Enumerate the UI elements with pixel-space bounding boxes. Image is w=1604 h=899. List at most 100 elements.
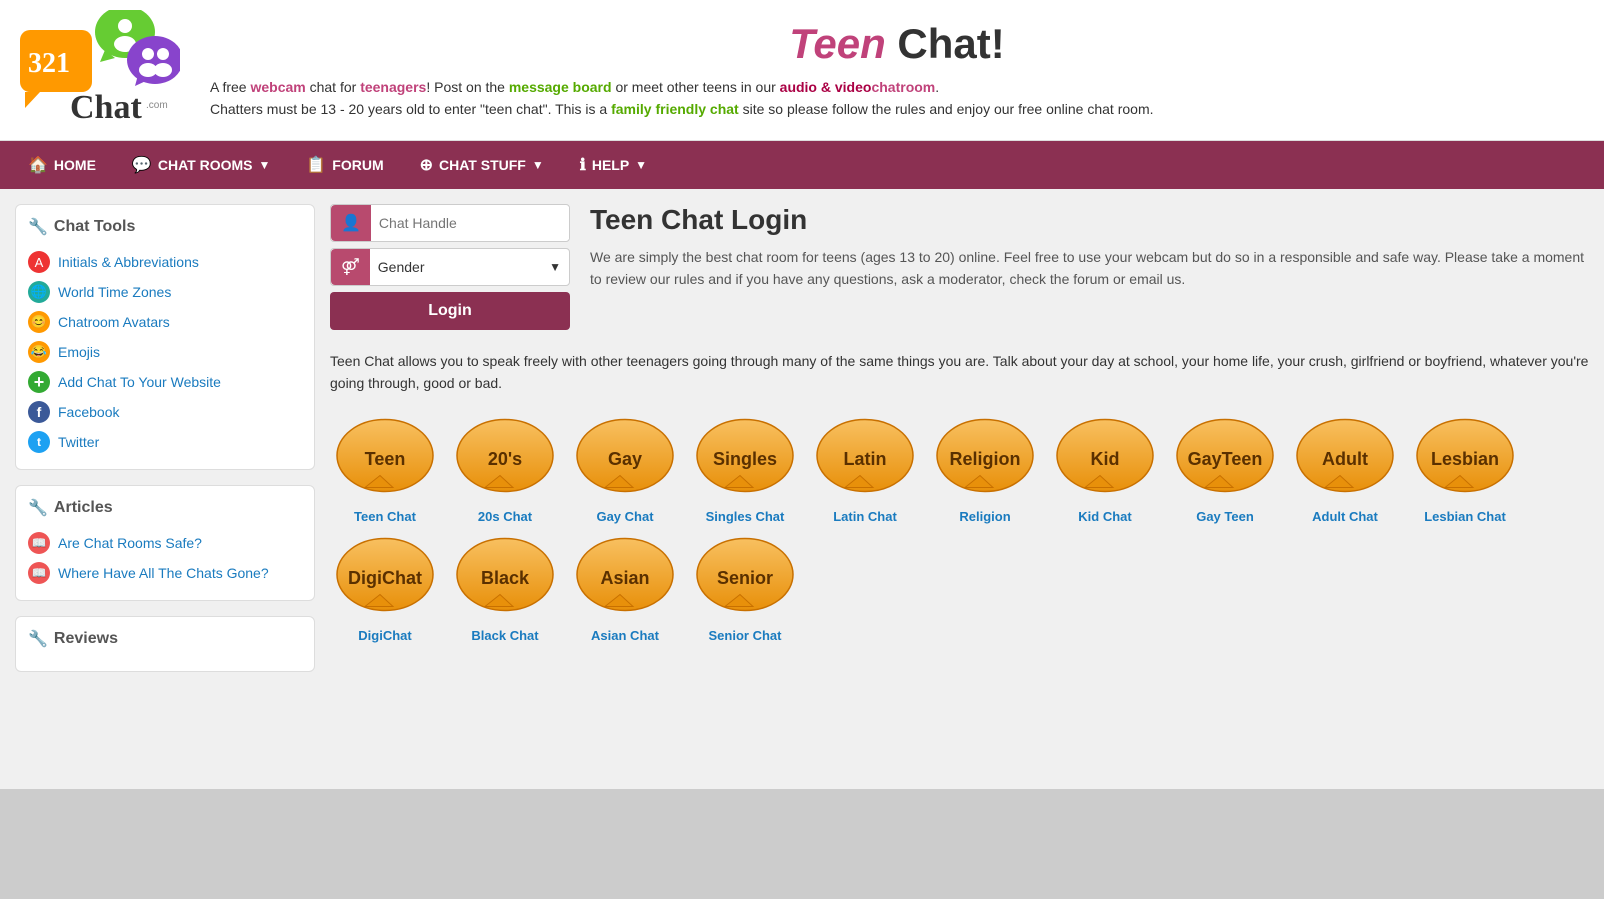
chat-bubble-text: Adult <box>1322 449 1368 470</box>
desc-text-3: ! Post on the <box>426 79 509 95</box>
nav-home[interactable]: 🏠 HOME <box>10 141 114 189</box>
article1-icon: 📖 <box>28 532 50 554</box>
teenagers-link[interactable]: teenagers <box>360 79 426 95</box>
link-add-chat[interactable]: + Add Chat To Your Website <box>28 367 302 397</box>
login-section: 👤 ⚤ Gender Male Female Other ▼ Login <box>330 204 1589 330</box>
chat-room-label[interactable]: Religion <box>959 509 1010 524</box>
chat-room-item[interactable]: Singles Singles Chat <box>690 415 800 524</box>
select-arrow-icon: ▼ <box>541 252 569 282</box>
chat-room-label[interactable]: Teen Chat <box>354 509 416 524</box>
chat-room-label[interactable]: 20s Chat <box>478 509 532 524</box>
chat-room-item[interactable]: GayTeen Gay Teen <box>1170 415 1280 524</box>
link-twitter[interactable]: t Twitter <box>28 427 302 457</box>
audio-video-link[interactable]: audio & video <box>780 79 872 95</box>
chat-room-label[interactable]: Adult Chat <box>1312 509 1378 524</box>
reviews-box: 🔧 Reviews <box>15 616 315 672</box>
chat-bubble: Adult <box>1295 415 1395 505</box>
login-title: Teen Chat Login <box>590 204 1589 236</box>
chat-room-label[interactable]: Latin Chat <box>833 509 897 524</box>
desc-text-1: A free <box>210 79 250 95</box>
login-desc-text: We are simply the best chat room for tee… <box>590 246 1589 291</box>
link-emojis[interactable]: 😂 Emojis <box>28 337 302 367</box>
add-chat-label: Add Chat To Your Website <box>58 374 221 390</box>
chat-room-label[interactable]: Asian Chat <box>591 628 659 643</box>
chat-bubble-text: Black <box>481 568 529 589</box>
chat-bubble-text: Religion <box>950 449 1021 470</box>
chat-bubble: GayTeen <box>1175 415 1275 505</box>
forum-icon: 📋 <box>306 155 326 175</box>
chat-room-item[interactable]: Black Black Chat <box>450 534 560 643</box>
nav-chat-rooms[interactable]: 💬 CHAT ROOMS ▼ <box>114 141 288 189</box>
chat-bubble-text: Teen <box>365 449 406 470</box>
message-board-link[interactable]: message board <box>509 79 612 95</box>
header-description: A free webcam chat for teenagers! Post o… <box>210 76 1584 121</box>
title-chat: Chat! <box>897 20 1004 67</box>
twitter-label: Twitter <box>58 434 99 450</box>
chat-bubble-text: DigiChat <box>348 568 422 589</box>
chat-bubble-text: GayTeen <box>1188 449 1263 470</box>
world-time-label: World Time Zones <box>58 284 171 300</box>
link-initials[interactable]: A Initials & Abbreviations <box>28 247 302 277</box>
chat-bubble-text: 20's <box>488 449 522 470</box>
chat-room-item[interactable]: Adult Adult Chat <box>1290 415 1400 524</box>
login-description: Teen Chat Login We are simply the best c… <box>590 204 1589 330</box>
chat-room-item[interactable]: Senior Senior Chat <box>690 534 800 643</box>
chat-handle-input[interactable] <box>371 207 569 239</box>
link-world-time[interactable]: 🌐 World Time Zones <box>28 277 302 307</box>
nav-forum[interactable]: 📋 FORUM <box>288 141 401 189</box>
chat-room-label[interactable]: Lesbian Chat <box>1424 509 1506 524</box>
login-button[interactable]: Login <box>330 292 570 330</box>
chat-room-label[interactable]: DigiChat <box>358 628 411 643</box>
articles-title: 🔧 Articles <box>28 498 302 518</box>
nav-chat-stuff[interactable]: ⊕ CHAT STUFF ▼ <box>402 141 562 189</box>
link-chat-rooms-safe[interactable]: 📖 Are Chat Rooms Safe? <box>28 528 302 558</box>
chat-room-label[interactable]: Gay Chat <box>596 509 653 524</box>
chat-stuff-icon: ⊕ <box>420 155 433 175</box>
link-chats-gone[interactable]: 📖 Where Have All The Chats Gone? <box>28 558 302 588</box>
articles-icon: 🔧 <box>28 498 48 518</box>
chat-room-item[interactable]: Teen Teen Chat <box>330 415 440 524</box>
chatroom-avatars-label: Chatroom Avatars <box>58 314 170 330</box>
handle-icon: 👤 <box>331 205 371 241</box>
chat-room-label[interactable]: Gay Teen <box>1196 509 1254 524</box>
chat-rooms-dropdown-icon: ▼ <box>258 158 270 172</box>
desc-text-5: chatroom <box>871 79 935 95</box>
chat-room-label[interactable]: Kid Chat <box>1078 509 1131 524</box>
chat-room-item[interactable]: Lesbian Lesbian Chat <box>1410 415 1520 524</box>
chat-room-item[interactable]: 20's 20s Chat <box>450 415 560 524</box>
desc-text-6: . <box>935 79 939 95</box>
nav-chat-stuff-label: CHAT STUFF <box>439 157 526 173</box>
chat-bubble-text: Gay <box>608 449 642 470</box>
chat-room-item[interactable]: Religion Religion <box>930 415 1040 524</box>
chat-description-text: Teen Chat allows you to speak freely wit… <box>330 350 1589 395</box>
chat-room-item[interactable]: Latin Latin Chat <box>810 415 920 524</box>
nav-help[interactable]: ℹ HELP ▼ <box>562 141 665 189</box>
chat-room-item[interactable]: Asian Asian Chat <box>570 534 680 643</box>
family-friendly-link[interactable]: family friendly chat <box>611 101 739 117</box>
initials-label: Initials & Abbreviations <box>58 254 199 270</box>
chat-bubble: Lesbian <box>1415 415 1515 505</box>
chat-room-item[interactable]: DigiChat DigiChat <box>330 534 440 643</box>
chat-bubble-text: Senior <box>717 568 773 589</box>
chat-tools-box: 🔧 Chat Tools A Initials & Abbreviations … <box>15 204 315 470</box>
content-area: 👤 ⚤ Gender Male Female Other ▼ Login <box>330 204 1589 774</box>
chat-bubble: 20's <box>455 415 555 505</box>
chat-bubble: Senior <box>695 534 795 624</box>
logo-area[interactable]: 321 Chat .com <box>20 10 180 130</box>
chat-rooms-grid: Teen Teen Chat 20's 20s Chat <box>330 415 1589 643</box>
chat-room-label[interactable]: Senior Chat <box>709 628 782 643</box>
chat-room-label[interactable]: Singles Chat <box>706 509 785 524</box>
link-chatroom-avatars[interactable]: 😊 Chatroom Avatars <box>28 307 302 337</box>
link-facebook[interactable]: f Facebook <box>28 397 302 427</box>
svg-text:.com: .com <box>146 100 168 111</box>
chat-room-label[interactable]: Black Chat <box>471 628 538 643</box>
chat-room-item[interactable]: Kid Kid Chat <box>1050 415 1160 524</box>
add-chat-icon: + <box>28 371 50 393</box>
chat-room-item[interactable]: Gay Gay Chat <box>570 415 680 524</box>
logo-svg: 321 Chat .com <box>20 10 180 140</box>
article2-icon: 📖 <box>28 562 50 584</box>
header-text: Teen Chat! A free webcam chat for teenag… <box>210 20 1584 121</box>
webcam-link[interactable]: webcam <box>250 79 305 95</box>
gender-select[interactable]: Gender Male Female Other <box>370 251 541 283</box>
main-content: 🔧 Chat Tools A Initials & Abbreviations … <box>0 189 1604 789</box>
